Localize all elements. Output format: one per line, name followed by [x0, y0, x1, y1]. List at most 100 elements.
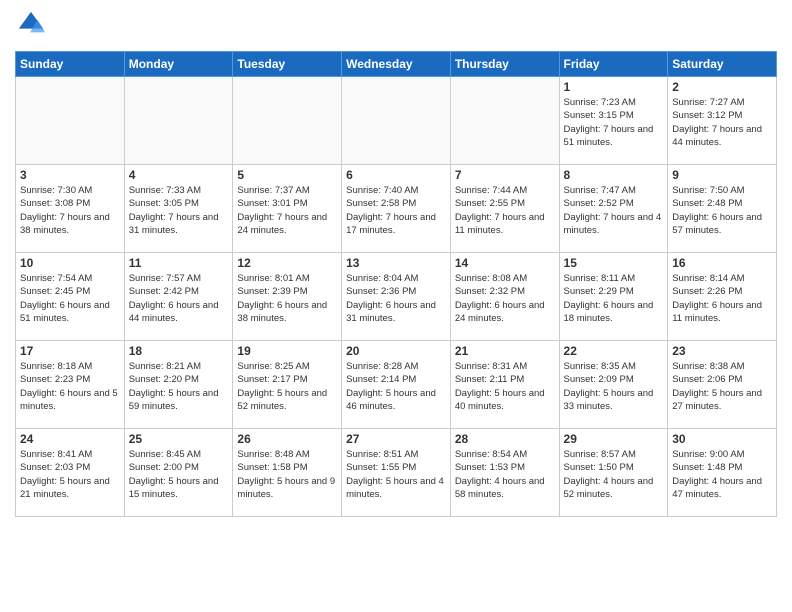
day-number: 26 — [237, 432, 337, 446]
day-number: 4 — [129, 168, 229, 182]
calendar-cell: 17 Sunrise: 8:18 AMSunset: 2:23 PMDayligh… — [16, 341, 125, 429]
day-number: 17 — [20, 344, 120, 358]
weekday-header-saturday: Saturday — [668, 52, 777, 77]
day-number: 12 — [237, 256, 337, 270]
calendar-cell: 30 Sunrise: 9:00 AMSunset: 1:48 PMDayligh… — [668, 429, 777, 517]
day-number: 14 — [455, 256, 555, 270]
day-info: Sunrise: 8:08 AMSunset: 2:32 PMDaylight:… — [455, 272, 555, 325]
calendar-cell: 18 Sunrise: 8:21 AMSunset: 2:20 PMDayligh… — [124, 341, 233, 429]
day-number: 21 — [455, 344, 555, 358]
day-number: 11 — [129, 256, 229, 270]
page-container: SundayMondayTuesdayWednesdayThursdayFrid… — [0, 0, 792, 522]
calendar-cell: 15Sunrise: 8:11 AMSunset: 2:29 PMDayligh… — [559, 253, 668, 341]
calendar-cell: 21 Sunrise: 8:31 AMSunset: 2:11 PMDayligh… — [450, 341, 559, 429]
day-number: 19 — [237, 344, 337, 358]
day-number: 28 — [455, 432, 555, 446]
weekday-header-sunday: Sunday — [16, 52, 125, 77]
day-info: Sunrise: 8:28 AMSunset: 2:14 PMDaylight:… — [346, 360, 446, 413]
day-info: Sunrise: 7:44 AMSunset: 2:55 PMDaylight:… — [455, 184, 555, 237]
day-info: Sunrise: 7:47 AMSunset: 2:52 PMDaylight:… — [564, 184, 664, 237]
day-info: Sunrise: 8:18 AMSunset: 2:23 PMDaylight:… — [20, 360, 120, 413]
day-number: 10 — [20, 256, 120, 270]
day-number: 27 — [346, 432, 446, 446]
calendar-cell: 4 Sunrise: 7:33 AMSunset: 3:05 PMDaylight… — [124, 165, 233, 253]
day-info: Sunrise: 8:48 AMSunset: 1:58 PMDaylight:… — [237, 448, 337, 501]
day-info: Sunrise: 7:23 AMSunset: 3:15 PMDaylight:… — [564, 96, 664, 149]
day-info: Sunrise: 7:54 AMSunset: 2:45 PMDaylight:… — [20, 272, 120, 325]
day-info: Sunrise: 8:04 AMSunset: 2:36 PMDaylight:… — [346, 272, 446, 325]
calendar-table: SundayMondayTuesdayWednesdayThursdayFrid… — [15, 51, 777, 517]
day-number: 7 — [455, 168, 555, 182]
calendar-cell: 3Sunrise: 7:30 AMSunset: 3:08 PMDaylight… — [16, 165, 125, 253]
calendar-cell — [124, 77, 233, 165]
day-info: Sunrise: 9:00 AMSunset: 1:48 PMDaylight:… — [672, 448, 772, 501]
day-number: 30 — [672, 432, 772, 446]
calendar-cell: 26 Sunrise: 8:48 AMSunset: 1:58 PMDayligh… — [233, 429, 342, 517]
day-info: Sunrise: 8:21 AMSunset: 2:20 PMDaylight:… — [129, 360, 229, 413]
day-number: 16 — [672, 256, 772, 270]
day-number: 6 — [346, 168, 446, 182]
day-info: Sunrise: 8:38 AMSunset: 2:06 PMDaylight:… — [672, 360, 772, 413]
day-info: Sunrise: 8:41 AMSunset: 2:03 PMDaylight:… — [20, 448, 120, 501]
day-number: 13 — [346, 256, 446, 270]
calendar-cell: 24Sunrise: 8:41 AMSunset: 2:03 PMDayligh… — [16, 429, 125, 517]
day-info: Sunrise: 8:11 AMSunset: 2:29 PMDaylight:… — [564, 272, 664, 325]
day-info: Sunrise: 8:25 AMSunset: 2:17 PMDaylight:… — [237, 360, 337, 413]
day-info: Sunrise: 8:45 AMSunset: 2:00 PMDaylight:… — [129, 448, 229, 501]
weekday-header-monday: Monday — [124, 52, 233, 77]
calendar-cell: 6 Sunrise: 7:40 AMSunset: 2:58 PMDaylight… — [342, 165, 451, 253]
day-number: 18 — [129, 344, 229, 358]
day-info: Sunrise: 8:14 AMSunset: 2:26 PMDaylight:… — [672, 272, 772, 325]
calendar-cell: 7 Sunrise: 7:44 AMSunset: 2:55 PMDaylight… — [450, 165, 559, 253]
page-header — [15, 10, 777, 43]
day-number: 25 — [129, 432, 229, 446]
day-number: 2 — [672, 80, 772, 94]
day-info: Sunrise: 8:54 AMSunset: 1:53 PMDaylight:… — [455, 448, 555, 501]
day-info: Sunrise: 7:27 AMSunset: 3:12 PMDaylight:… — [672, 96, 772, 149]
calendar-cell: 10 Sunrise: 7:54 AMSunset: 2:45 PMDayligh… — [16, 253, 125, 341]
day-number: 9 — [672, 168, 772, 182]
weekday-header-thursday: Thursday — [450, 52, 559, 77]
day-info: Sunrise: 7:50 AMSunset: 2:48 PMDaylight:… — [672, 184, 772, 237]
weekday-header-row: SundayMondayTuesdayWednesdayThursdayFrid… — [16, 52, 777, 77]
day-number: 22 — [564, 344, 664, 358]
day-info: Sunrise: 8:31 AMSunset: 2:11 PMDaylight:… — [455, 360, 555, 413]
calendar-cell: 29 Sunrise: 8:57 AMSunset: 1:50 PMDayligh… — [559, 429, 668, 517]
logo — [15, 10, 45, 43]
calendar-cell: 13 Sunrise: 8:04 AMSunset: 2:36 PMDayligh… — [342, 253, 451, 341]
day-info: Sunrise: 7:33 AMSunset: 3:05 PMDaylight:… — [129, 184, 229, 237]
day-number: 8 — [564, 168, 664, 182]
day-info: Sunrise: 8:01 AMSunset: 2:39 PMDaylight:… — [237, 272, 337, 325]
calendar-cell: 9 Sunrise: 7:50 AMSunset: 2:48 PMDaylight… — [668, 165, 777, 253]
calendar-cell: 14 Sunrise: 8:08 AMSunset: 2:32 PMDayligh… — [450, 253, 559, 341]
calendar-cell: 25 Sunrise: 8:45 AMSunset: 2:00 PMDayligh… — [124, 429, 233, 517]
day-number: 29 — [564, 432, 664, 446]
calendar-cell: 11 Sunrise: 7:57 AMSunset: 2:42 PMDayligh… — [124, 253, 233, 341]
calendar-cell: 22Sunrise: 8:35 AMSunset: 2:09 PMDayligh… — [559, 341, 668, 429]
calendar-week-row: 1 Sunrise: 7:23 AMSunset: 3:15 PMDaylight… — [16, 77, 777, 165]
calendar-week-row: 10 Sunrise: 7:54 AMSunset: 2:45 PMDayligh… — [16, 253, 777, 341]
day-number: 5 — [237, 168, 337, 182]
day-info: Sunrise: 7:40 AMSunset: 2:58 PMDaylight:… — [346, 184, 446, 237]
calendar-cell: 2 Sunrise: 7:27 AMSunset: 3:12 PMDaylight… — [668, 77, 777, 165]
day-info: Sunrise: 8:57 AMSunset: 1:50 PMDaylight:… — [564, 448, 664, 501]
calendar-cell — [450, 77, 559, 165]
day-info: Sunrise: 8:51 AMSunset: 1:55 PMDaylight:… — [346, 448, 446, 501]
calendar-cell — [233, 77, 342, 165]
day-number: 20 — [346, 344, 446, 358]
calendar-cell: 19 Sunrise: 8:25 AMSunset: 2:17 PMDayligh… — [233, 341, 342, 429]
calendar-cell — [16, 77, 125, 165]
calendar-cell: 23 Sunrise: 8:38 AMSunset: 2:06 PMDayligh… — [668, 341, 777, 429]
calendar-week-row: 24Sunrise: 8:41 AMSunset: 2:03 PMDayligh… — [16, 429, 777, 517]
weekday-header-wednesday: Wednesday — [342, 52, 451, 77]
calendar-cell — [342, 77, 451, 165]
day-number: 1 — [564, 80, 664, 94]
day-info: Sunrise: 7:37 AMSunset: 3:01 PMDaylight:… — [237, 184, 337, 237]
day-number: 23 — [672, 344, 772, 358]
day-info: Sunrise: 7:57 AMSunset: 2:42 PMDaylight:… — [129, 272, 229, 325]
calendar-cell: 20 Sunrise: 8:28 AMSunset: 2:14 PMDayligh… — [342, 341, 451, 429]
calendar-cell: 8 Sunrise: 7:47 AMSunset: 2:52 PMDaylight… — [559, 165, 668, 253]
calendar-cell: 12 Sunrise: 8:01 AMSunset: 2:39 PMDayligh… — [233, 253, 342, 341]
weekday-header-tuesday: Tuesday — [233, 52, 342, 77]
calendar-cell: 28 Sunrise: 8:54 AMSunset: 1:53 PMDayligh… — [450, 429, 559, 517]
